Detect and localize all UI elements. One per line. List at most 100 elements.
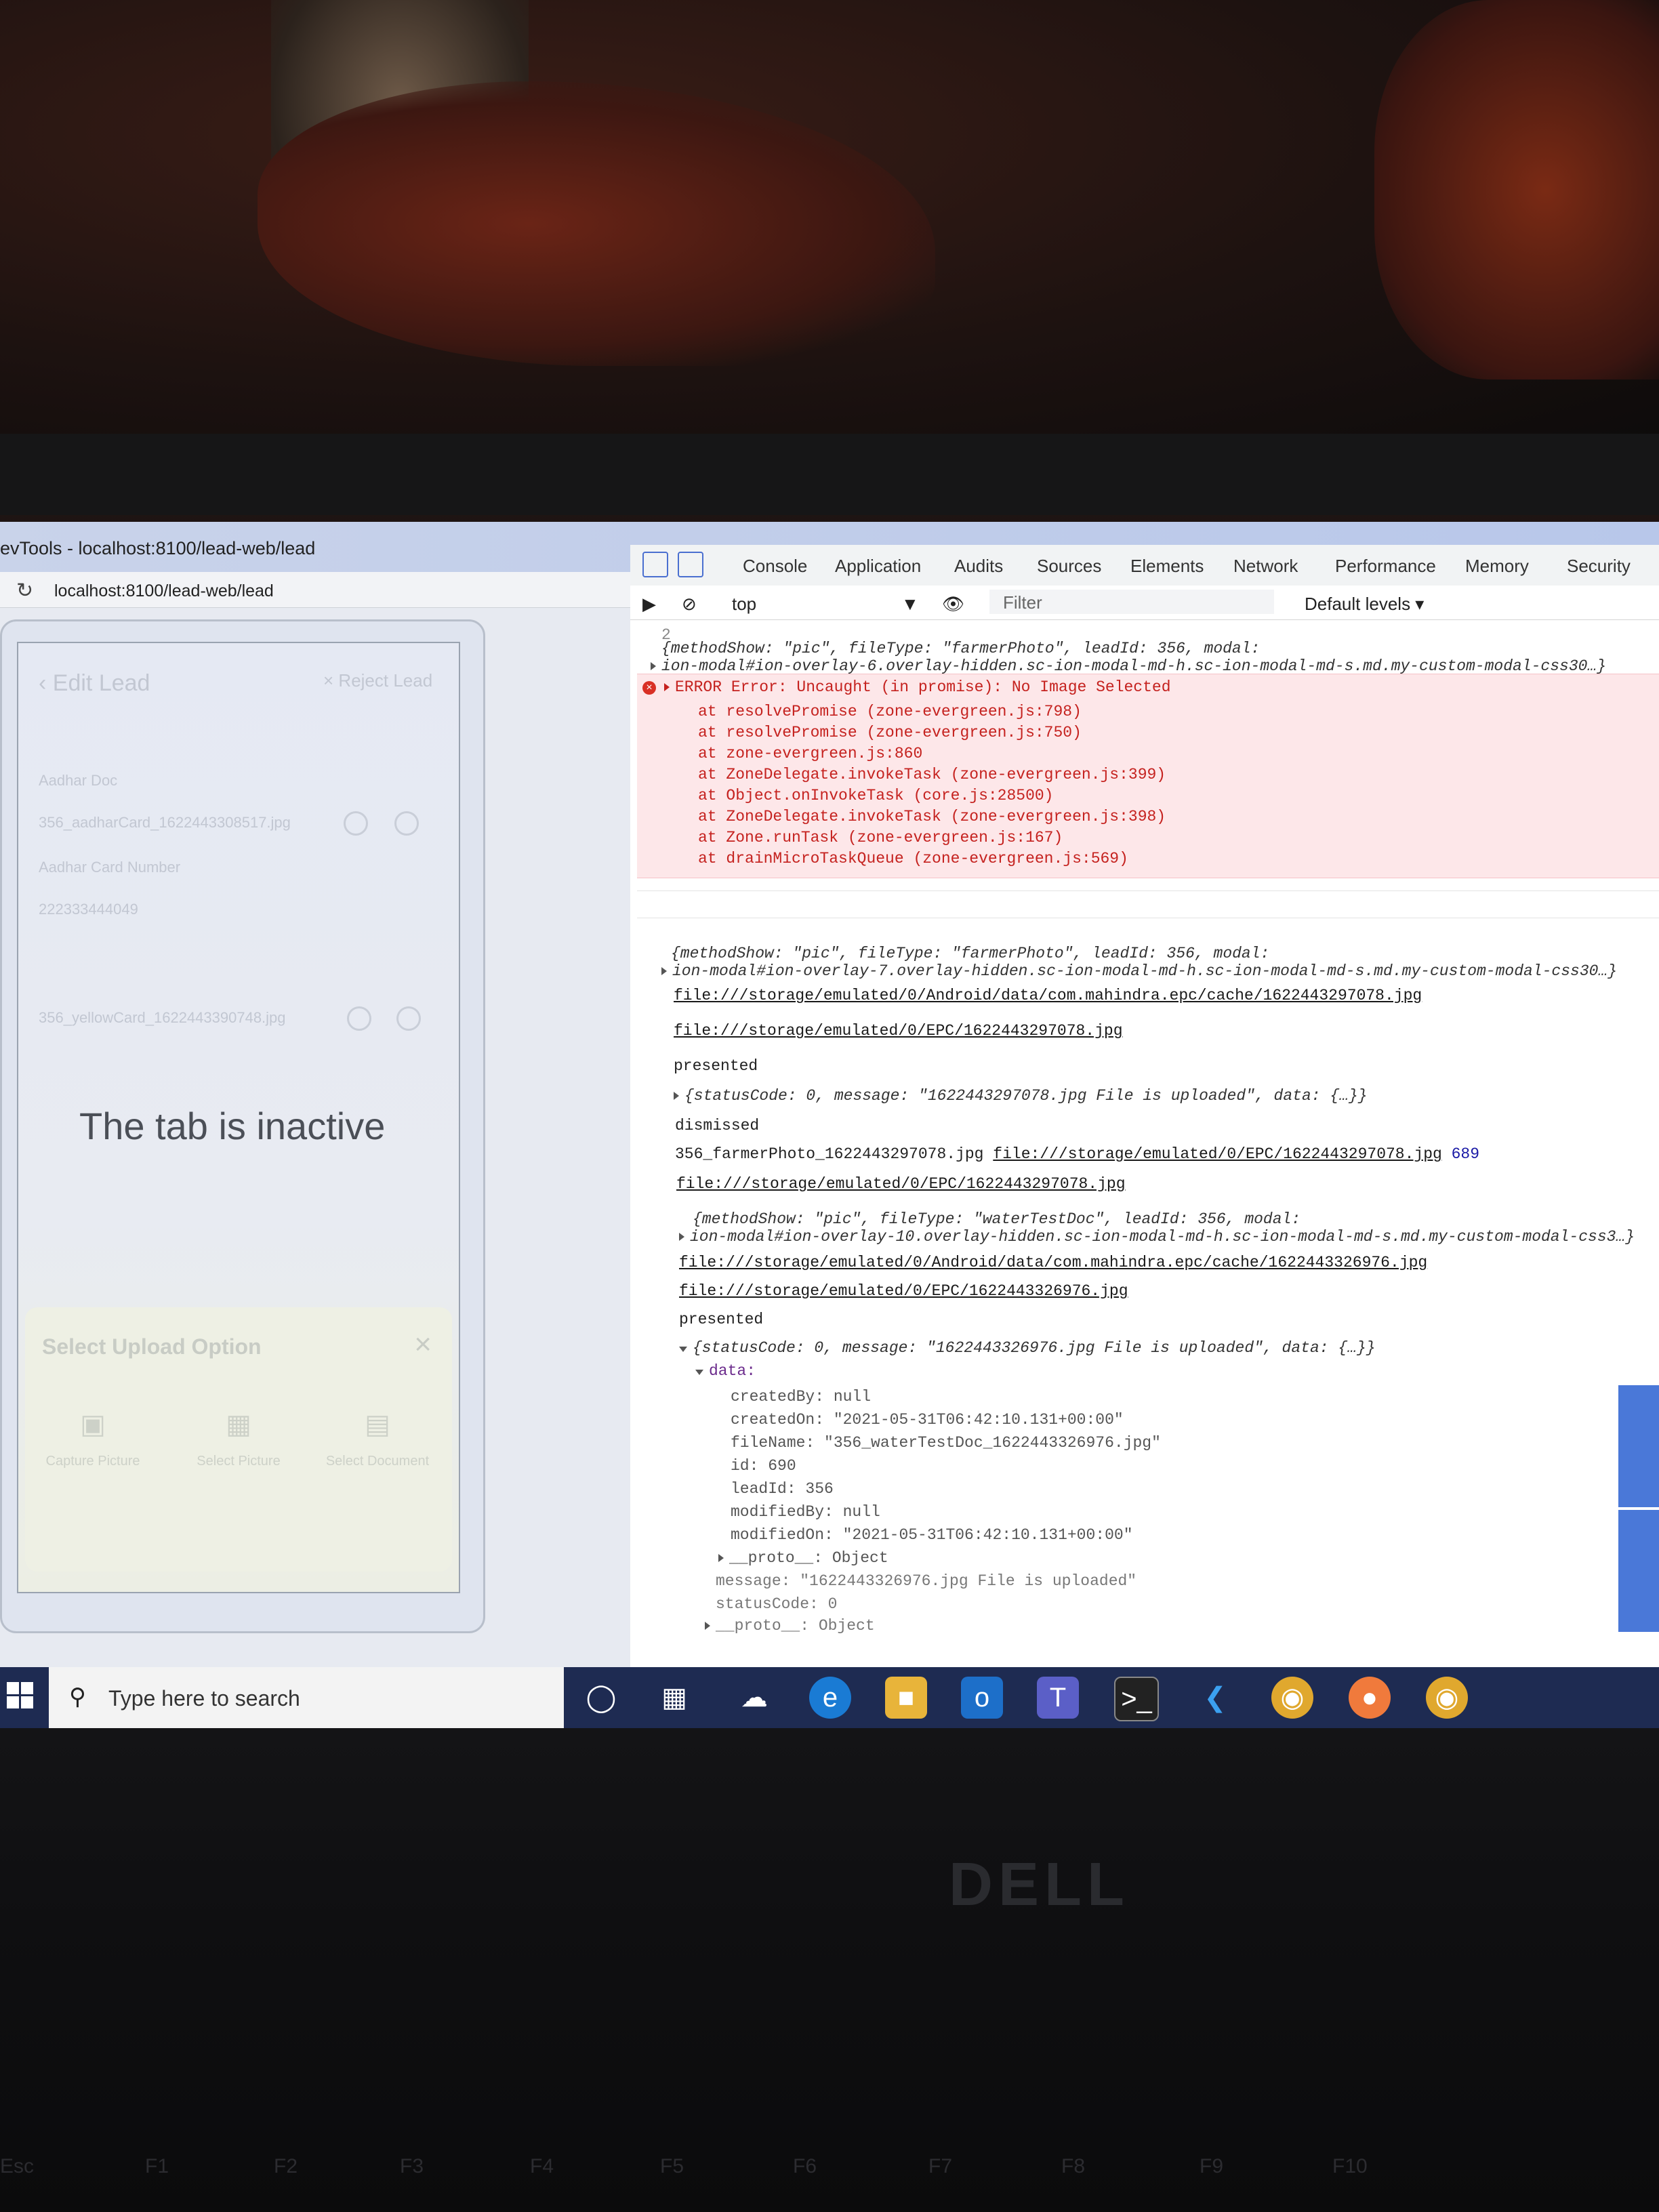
postman-icon[interactable]: ● xyxy=(1349,1677,1391,1719)
file-link[interactable]: file:///storage/emulated/0/EPC/162244332… xyxy=(679,1282,1659,1300)
tree-node[interactable]: __proto__: Object xyxy=(705,1617,1659,1635)
delete-icon[interactable] xyxy=(394,811,419,836)
tree-node[interactable]: data: xyxy=(695,1362,1659,1380)
stack-line[interactable]: at Zone.runTask (zone-evergreen.js:167) xyxy=(698,829,1659,846)
tab-audits[interactable]: Audits xyxy=(954,556,1003,577)
stack-line[interactable]: at zone-evergreen.js:860 xyxy=(698,745,1659,762)
chrome-icon[interactable]: ◉ xyxy=(1426,1677,1468,1719)
tab-application[interactable]: Application xyxy=(835,556,921,577)
app-pane: ↻ localhost:8100/lead-web/lead ‹ Edit Le… xyxy=(0,572,630,1667)
tree-prop: message: "1622443326976.jpg File is uplo… xyxy=(716,1572,1137,1590)
aadhar-file-name: 356_aadharCard_1622443308517.jpg xyxy=(39,814,291,831)
tree-prop: fileName: "356_waterTestDoc_162244332697… xyxy=(731,1434,1161,1452)
stack-line[interactable]: at resolvePromise (zone-evergreen.js:750… xyxy=(698,724,1659,741)
edit-lead-title[interactable]: ‹ Edit Lead xyxy=(39,670,150,697)
weather-icon[interactable]: ☁ xyxy=(733,1677,775,1719)
view-icon[interactable] xyxy=(347,1006,371,1031)
vscode-icon[interactable]: ❮ xyxy=(1194,1677,1236,1719)
start-button[interactable] xyxy=(7,1682,34,1709)
side-panel-button[interactable] xyxy=(1618,1385,1659,1507)
key: F5 xyxy=(660,2155,684,2177)
divider xyxy=(637,890,1659,891)
tab-performance[interactable]: Performance xyxy=(1335,556,1436,577)
tab-network[interactable]: Network xyxy=(1233,556,1298,577)
stack-line[interactable]: at ZoneDelegate.invokeTask (zone-evergre… xyxy=(698,766,1659,783)
tab-security[interactable]: Security xyxy=(1567,556,1631,577)
eye-icon[interactable]: 👁 xyxy=(942,594,964,615)
key: F10 xyxy=(1332,2155,1368,2177)
background-pillow xyxy=(1374,0,1659,380)
default-levels-dropdown[interactable]: Default levels ▾ xyxy=(1305,594,1424,615)
tab-inactive-message: The tab is inactive xyxy=(79,1105,386,1147)
tab-console[interactable]: Console xyxy=(743,556,807,577)
file-link[interactable]: file:///storage/emulated/0/EPC/162244329… xyxy=(676,1175,1659,1193)
outlook-icon[interactable]: o xyxy=(961,1677,1003,1719)
app-screen: ‹ Edit Lead × Reject Lead Aadhar Doc 356… xyxy=(17,642,460,1593)
task-view-icon[interactable]: ▦ xyxy=(653,1677,695,1719)
device-toggle-icon[interactable] xyxy=(678,552,703,577)
delete-icon[interactable] xyxy=(396,1006,421,1031)
tree-prop: createdOn: "2021-05-31T06:42:10.131+00:0… xyxy=(731,1411,1124,1429)
error-entry[interactable]: × ERROR Error: Uncaught (in promise): No… xyxy=(637,674,1659,878)
file-explorer-icon[interactable]: ■ xyxy=(885,1677,927,1719)
aadhar-number-value[interactable]: 222333444049 xyxy=(39,901,138,918)
stack-line[interactable]: at drainMicroTaskQueue (zone-evergreen.j… xyxy=(698,850,1659,867)
side-panel-button[interactable] xyxy=(1618,1510,1659,1632)
stack-line[interactable]: at resolvePromise (zone-evergreen.js:798… xyxy=(698,703,1659,720)
close-icon[interactable]: × xyxy=(414,1328,432,1361)
edge-icon[interactable]: e xyxy=(809,1677,851,1719)
capture-picture-option[interactable]: ▣ Capture Picture xyxy=(39,1409,147,1469)
stack-line[interactable]: at Object.onInvokeTask (core.js:28500) xyxy=(698,787,1659,804)
search-placeholder: Type here to search xyxy=(108,1686,300,1711)
clear-console-icon[interactable]: ⊘ xyxy=(682,594,697,615)
cortana-icon[interactable]: ◯ xyxy=(580,1677,622,1719)
log-entry[interactable]: {methodShow: "pic", fileType: "waterTest… xyxy=(693,1210,1659,1228)
reload-icon[interactable]: ↻ xyxy=(16,579,33,602)
key: F3 xyxy=(400,2155,424,2177)
reject-lead-button[interactable]: × Reject Lead xyxy=(323,670,432,691)
laptop-screen: evTools - localhost:8100/lead-web/lead ↻… xyxy=(0,522,1659,1728)
error-icon: × xyxy=(642,681,656,695)
chevron-down-icon[interactable]: ▼ xyxy=(901,594,919,615)
dell-logo: DELL xyxy=(949,1851,1130,1919)
file-link[interactable]: file:///storage/emulated/0/Android/data/… xyxy=(679,1254,1659,1271)
log-entry[interactable]: {methodShow: "pic", fileType: "farmerPho… xyxy=(671,945,1659,962)
teams-icon[interactable]: T xyxy=(1037,1677,1079,1719)
stack-line[interactable]: at ZoneDelegate.invokeTask (zone-evergre… xyxy=(698,808,1659,825)
context-select[interactable]: top xyxy=(732,594,756,615)
chrome-icon[interactable]: ◉ xyxy=(1271,1677,1313,1719)
log-entry[interactable]: {statusCode: 0, message: "1622443297078.… xyxy=(674,1087,1659,1105)
upload-option-modal: Select Upload Option × ▣ Capture Picture… xyxy=(25,1307,452,1572)
log-entry[interactable]: {methodShow: "pic", fileType: "farmerPho… xyxy=(661,640,1659,657)
tab-elements[interactable]: Elements xyxy=(1130,556,1204,577)
window-title: evTools - localhost:8100/lead-web/lead xyxy=(0,538,316,558)
modal-title: Select Upload Option xyxy=(42,1334,262,1359)
log-entry[interactable]: 356_farmerPhoto_1622443297078.jpg file:/… xyxy=(675,1145,1659,1163)
file-link[interactable]: file:///storage/emulated/0/EPC/162244329… xyxy=(674,1022,1659,1040)
tree-node[interactable]: __proto__: Object xyxy=(718,1549,1659,1567)
tree-prop: modifiedOn: "2021-05-31T06:42:10.131+00:… xyxy=(731,1526,1133,1544)
tab-memory[interactable]: Memory xyxy=(1465,556,1529,577)
log-entry[interactable]: ion-modal#ion-overlay-10.overlay-hidden.… xyxy=(679,1228,1659,1246)
sidebar-toggle-icon[interactable]: ▶ xyxy=(642,594,656,615)
key: F7 xyxy=(928,2155,953,2177)
view-icon[interactable] xyxy=(344,811,368,836)
tab-sources[interactable]: Sources xyxy=(1037,556,1101,577)
document-icon: ▤ xyxy=(365,1410,390,1439)
taskbar-search[interactable]: ⚲ Type here to search xyxy=(49,1667,564,1728)
log-entry[interactable]: {statusCode: 0, message: "1622443326976.… xyxy=(679,1339,1659,1357)
select-document-option[interactable]: ▤ Select Document xyxy=(323,1409,432,1469)
second-file-name: 356_yellowCard_1622443390748.jpg xyxy=(39,1009,286,1026)
tree-prop: leadId: 356 xyxy=(731,1480,834,1498)
address-url[interactable]: localhost:8100/lead-web/lead xyxy=(54,581,274,601)
log-entry[interactable]: ion-modal#ion-overlay-6.overlay-hidden.s… xyxy=(651,657,1659,675)
log-entry[interactable]: ion-modal#ion-overlay-7.overlay-hidden.s… xyxy=(661,962,1659,980)
inspect-icon[interactable] xyxy=(642,552,668,577)
error-message: ERROR Error: Uncaught (in promise): No I… xyxy=(664,678,1659,696)
select-picture-option[interactable]: ▦ Select Picture xyxy=(184,1409,293,1469)
filter-input[interactable]: Filter xyxy=(989,590,1274,614)
terminal-icon[interactable]: >_ xyxy=(1114,1677,1159,1721)
image-icon: ▦ xyxy=(226,1410,251,1439)
tree-prop: statusCode: 0 xyxy=(716,1595,838,1613)
file-link[interactable]: file:///storage/emulated/0/Android/data/… xyxy=(674,987,1659,1004)
